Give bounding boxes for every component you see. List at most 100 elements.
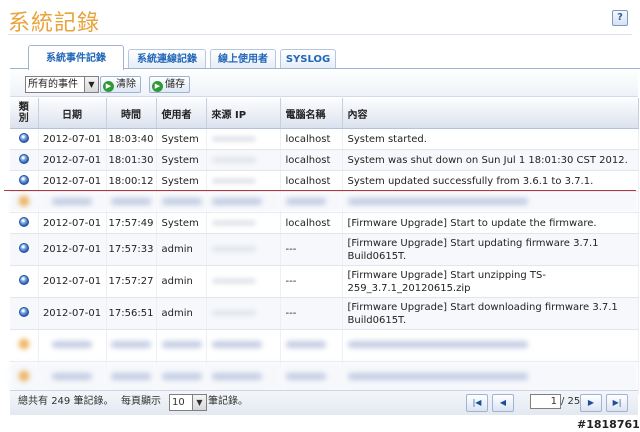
- column-header-content[interactable]: 內容: [342, 98, 639, 129]
- redacted-ip: [211, 310, 256, 316]
- redacted-placeholder: [52, 341, 92, 348]
- event-log-panel: 所有的事件 ▼ ▶ 清除 ▶ 儲存 類別 日期 時間 使用者 來源 IP 電腦名稱 …: [10, 69, 639, 417]
- category-cell: [10, 149, 39, 171]
- table-row[interactable]: 2012-07-01 17:57:27 admin --- [Firmware Upgr…: [10, 265, 639, 298]
- column-header-category[interactable]: 類別: [10, 98, 39, 129]
- category-cell: [10, 128, 39, 150]
- content-cell: [342, 191, 639, 213]
- content-cell: [Firmware Upgrade] Start updating firmwa…: [342, 233, 639, 266]
- per-page-value: 10: [172, 397, 185, 408]
- computer-cell: ---: [280, 233, 343, 266]
- tab-connection-log[interactable]: 系統連線記錄: [128, 49, 206, 69]
- computer-cell: ---: [280, 265, 343, 298]
- ip-cell: [206, 170, 281, 192]
- event-filter-select[interactable]: 所有的事件 ▼: [25, 76, 99, 93]
- content-cell: [Firmware Upgrade] Start to update the f…: [342, 212, 639, 234]
- save-button[interactable]: ▶ 儲存: [149, 76, 190, 93]
- tab-syslog[interactable]: SYSLOG: [280, 49, 336, 69]
- separator-line: [4, 190, 636, 191]
- page-number-input[interactable]: 1: [530, 394, 561, 409]
- date-cell: 2012-07-01: [38, 297, 107, 330]
- user-cell: System: [156, 128, 207, 150]
- column-header-time[interactable]: 時間: [106, 98, 157, 129]
- per-page-suffix: 筆記錄。: [208, 396, 248, 407]
- time-cell: 17:56:51: [106, 297, 157, 330]
- info-icon: [18, 307, 29, 317]
- total-count: 249: [51, 396, 71, 407]
- tab-system-events[interactable]: 系統事件記錄: [28, 45, 124, 70]
- table-row[interactable]: 2012-07-01 17:56:51 admin --- [Firmware Upgr…: [10, 297, 639, 330]
- column-header-user[interactable]: 使用者: [156, 98, 207, 129]
- time-cell: 17:57:33: [106, 233, 157, 266]
- ip-cell: [206, 233, 281, 266]
- redacted-placeholder: [211, 197, 262, 205]
- info-icon: [18, 132, 29, 143]
- ip-cell: [206, 361, 281, 394]
- redacted-ip: [211, 156, 256, 163]
- table-row[interactable]: [10, 191, 639, 213]
- per-page-select[interactable]: 10 ▼: [169, 394, 207, 411]
- computer-cell: [280, 361, 343, 394]
- clear-button[interactable]: ▶ 清除: [100, 76, 141, 93]
- first-page-button[interactable]: |◀: [466, 394, 488, 412]
- redacted-placeholder: [347, 197, 528, 205]
- ip-cell: [206, 329, 281, 362]
- column-header-source-ip[interactable]: 來源 IP: [206, 98, 281, 129]
- toolbar: 所有的事件 ▼ ▶ 清除 ▶ 儲存: [10, 69, 638, 97]
- redacted-placeholder: [111, 373, 151, 380]
- last-page-icon: ▶|: [612, 398, 622, 407]
- next-page-button[interactable]: ▶: [580, 394, 602, 412]
- user-cell: System: [156, 149, 207, 171]
- time-cell: 17:57:49: [106, 212, 157, 234]
- previous-page-button[interactable]: ◀: [492, 394, 514, 412]
- table-row[interactable]: [10, 329, 639, 362]
- table-row[interactable]: 2012-07-01 17:57:33 admin --- [Firmware Upgr…: [10, 233, 639, 266]
- redacted-placeholder: [347, 373, 528, 380]
- date-cell: [38, 191, 107, 213]
- computer-cell: localhost: [280, 212, 343, 234]
- event-log-table: 類別 日期 時間 使用者 來源 IP 電腦名稱 內容 2012-07-01 18:…: [10, 98, 639, 394]
- event-log-body: 2012-07-01 18:03:40 System localhost System …: [10, 128, 639, 394]
- redacted-ip: [211, 219, 256, 226]
- redacted-placeholder: [285, 341, 326, 348]
- table-row[interactable]: 2012-07-01 18:03:40 System localhost System …: [10, 128, 639, 150]
- category-cell: [10, 297, 39, 330]
- date-cell: 2012-07-01: [38, 265, 107, 298]
- category-cell: [10, 265, 39, 298]
- first-page-icon: |◀: [472, 398, 482, 407]
- table-row[interactable]: 2012-07-01 17:57:49 System localhost [Firmwa…: [10, 212, 639, 234]
- go-arrow-icon: ▶: [152, 81, 163, 92]
- column-header-date[interactable]: 日期: [38, 98, 107, 129]
- info-icon: [18, 216, 29, 227]
- ip-cell: [206, 149, 281, 171]
- help-icon[interactable]: ?: [612, 10, 628, 26]
- time-cell: 18:01:30: [106, 149, 157, 171]
- content-cell: System started.: [342, 128, 639, 150]
- tab-online-users[interactable]: 線上使用者: [210, 49, 276, 69]
- time-cell: [106, 361, 157, 394]
- content-cell: [Firmware Upgrade] Start downloading fir…: [342, 297, 639, 330]
- user-cell: admin: [156, 233, 207, 266]
- time-cell: [106, 329, 157, 362]
- category-cell: [10, 212, 39, 234]
- computer-cell: localhost: [280, 149, 343, 171]
- warning-icon: [18, 195, 29, 206]
- table-row[interactable]: 2012-07-01 18:00:12 System localhost System …: [10, 170, 639, 192]
- watermark-text: #1818761: [577, 418, 640, 431]
- user-cell: [156, 329, 207, 362]
- column-header-computer-name[interactable]: 電腦名稱: [280, 98, 343, 129]
- date-cell: 2012-07-01: [38, 170, 107, 192]
- chevron-down-icon: ▼: [192, 395, 206, 410]
- table-row[interactable]: 2012-07-01 18:01:30 System localhost System …: [10, 149, 639, 171]
- computer-cell: [280, 191, 343, 213]
- info-icon: [18, 275, 29, 285]
- info-icon: [18, 243, 29, 253]
- info-icon: [18, 339, 29, 349]
- table-row[interactable]: [10, 361, 639, 394]
- category-cell: [10, 170, 39, 192]
- redacted-placeholder: [111, 341, 151, 348]
- time-cell: [106, 191, 157, 213]
- date-cell: 2012-07-01: [38, 128, 107, 150]
- total-suffix: 筆記錄。: [73, 396, 114, 407]
- last-page-button[interactable]: ▶|: [606, 394, 628, 412]
